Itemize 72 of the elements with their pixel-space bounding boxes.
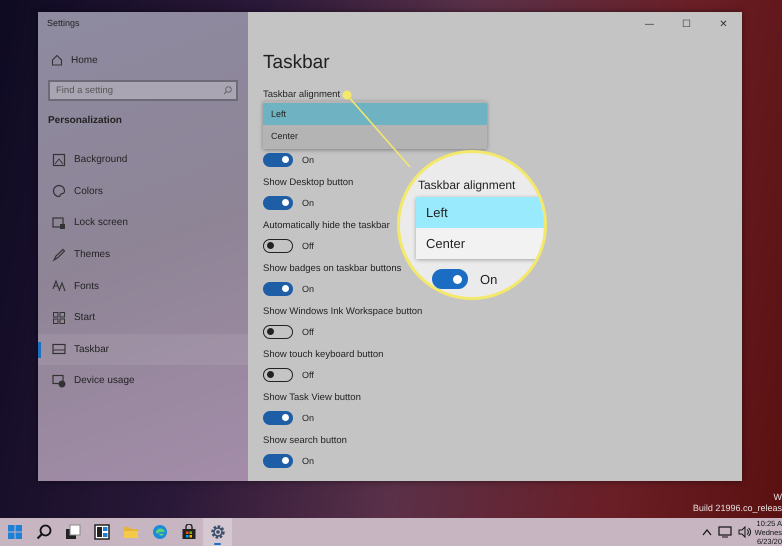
task-view-icon <box>64 524 80 540</box>
sidebar-item[interactable]: Themes <box>38 238 248 270</box>
toggle-state: On <box>480 272 498 286</box>
toggle-switch[interactable] <box>263 325 293 339</box>
search-icon <box>223 86 232 95</box>
toggle-switch[interactable] <box>263 411 293 425</box>
sidebar-item[interactable]: Fonts <box>38 270 248 302</box>
setting-label: Show badges on taskbar buttons <box>263 262 402 276</box>
toggle-state: On <box>302 413 314 423</box>
setting-label: Show touch keyboard button <box>263 348 384 362</box>
toggle-state: Off <box>302 241 314 251</box>
section-heading: Personalization <box>48 114 123 128</box>
window-title: Settings <box>47 17 81 30</box>
fonts-icon <box>52 279 66 294</box>
setting-label: Show Task View button <box>263 391 361 405</box>
setting-label: Taskbar alignment <box>263 88 340 102</box>
setting-label: Show Windows Ink Workspace button <box>263 305 422 319</box>
toggle-switch[interactable] <box>263 196 293 210</box>
toggle-state: On <box>302 284 314 294</box>
start-icon <box>6 524 22 540</box>
widgets-icon <box>94 524 110 540</box>
taskbar-icon <box>52 342 66 356</box>
brush-icon <box>52 248 66 262</box>
home-icon <box>51 54 63 66</box>
toggle-state: Off <box>302 327 314 337</box>
setting-label: Show search button <box>263 434 347 448</box>
setting-label: Automatically hide the taskbar <box>263 219 390 233</box>
toggle-switch[interactable] <box>263 153 293 167</box>
folder-icon <box>122 524 138 540</box>
sidebar-item[interactable]: Lock screen <box>38 207 248 239</box>
dropdown-option[interactable]: Center <box>416 228 544 259</box>
close-button[interactable]: ✕ <box>705 12 742 36</box>
chevron-up-icon[interactable] <box>702 528 712 536</box>
setting-label: Taskbar alignment <box>418 177 516 193</box>
minimize-button[interactable]: — <box>631 12 668 36</box>
volume-icon[interactable] <box>738 526 751 538</box>
sidebar-item[interactable]: Background <box>38 144 248 176</box>
dropdown-option[interactable]: Center <box>263 125 487 147</box>
setting-label: Show Desktop button <box>263 176 354 190</box>
sidebar-item[interactable]: Colors <box>38 176 248 208</box>
toggle-switch[interactable] <box>432 269 468 289</box>
sidebar-item[interactable]: Start <box>38 302 248 334</box>
maximize-button[interactable]: ☐ <box>668 12 705 36</box>
page-title: Taskbar <box>263 51 331 75</box>
toggle-switch[interactable] <box>263 454 293 468</box>
toggle-state: Off <box>302 370 314 380</box>
sidebar-item[interactable]: Device usage <box>38 365 248 397</box>
palette-icon <box>52 184 66 198</box>
toggle-switch[interactable] <box>263 368 293 382</box>
picture-icon <box>52 152 66 167</box>
watermark-text: Build 21996.co_releas <box>692 503 782 514</box>
shopping-bag-icon <box>180 524 196 540</box>
toggle-switch[interactable] <box>263 282 293 296</box>
selection-indicator <box>38 342 41 358</box>
monitor-icon[interactable] <box>718 526 732 538</box>
toggle-state: On <box>302 198 314 208</box>
lock-screen-icon <box>52 216 66 230</box>
callout-dot <box>342 90 352 100</box>
toggle-switch[interactable] <box>263 239 293 253</box>
browser-icon <box>152 524 168 540</box>
toggle-state: On <box>302 456 314 466</box>
device-usage-icon <box>52 374 66 388</box>
sidebar-item[interactable]: Taskbar <box>38 334 248 366</box>
toggle-state: On <box>302 155 314 165</box>
dropdown-option[interactable]: Left <box>416 197 544 228</box>
gear-icon <box>210 524 226 540</box>
start-grid-icon <box>52 310 66 325</box>
search-icon <box>36 524 52 540</box>
search-field[interactable]: Find a setting <box>48 80 238 101</box>
watermark-text: W <box>774 492 782 503</box>
home-link[interactable]: Home <box>48 50 238 70</box>
dropdown-option[interactable]: Left <box>263 103 487 125</box>
